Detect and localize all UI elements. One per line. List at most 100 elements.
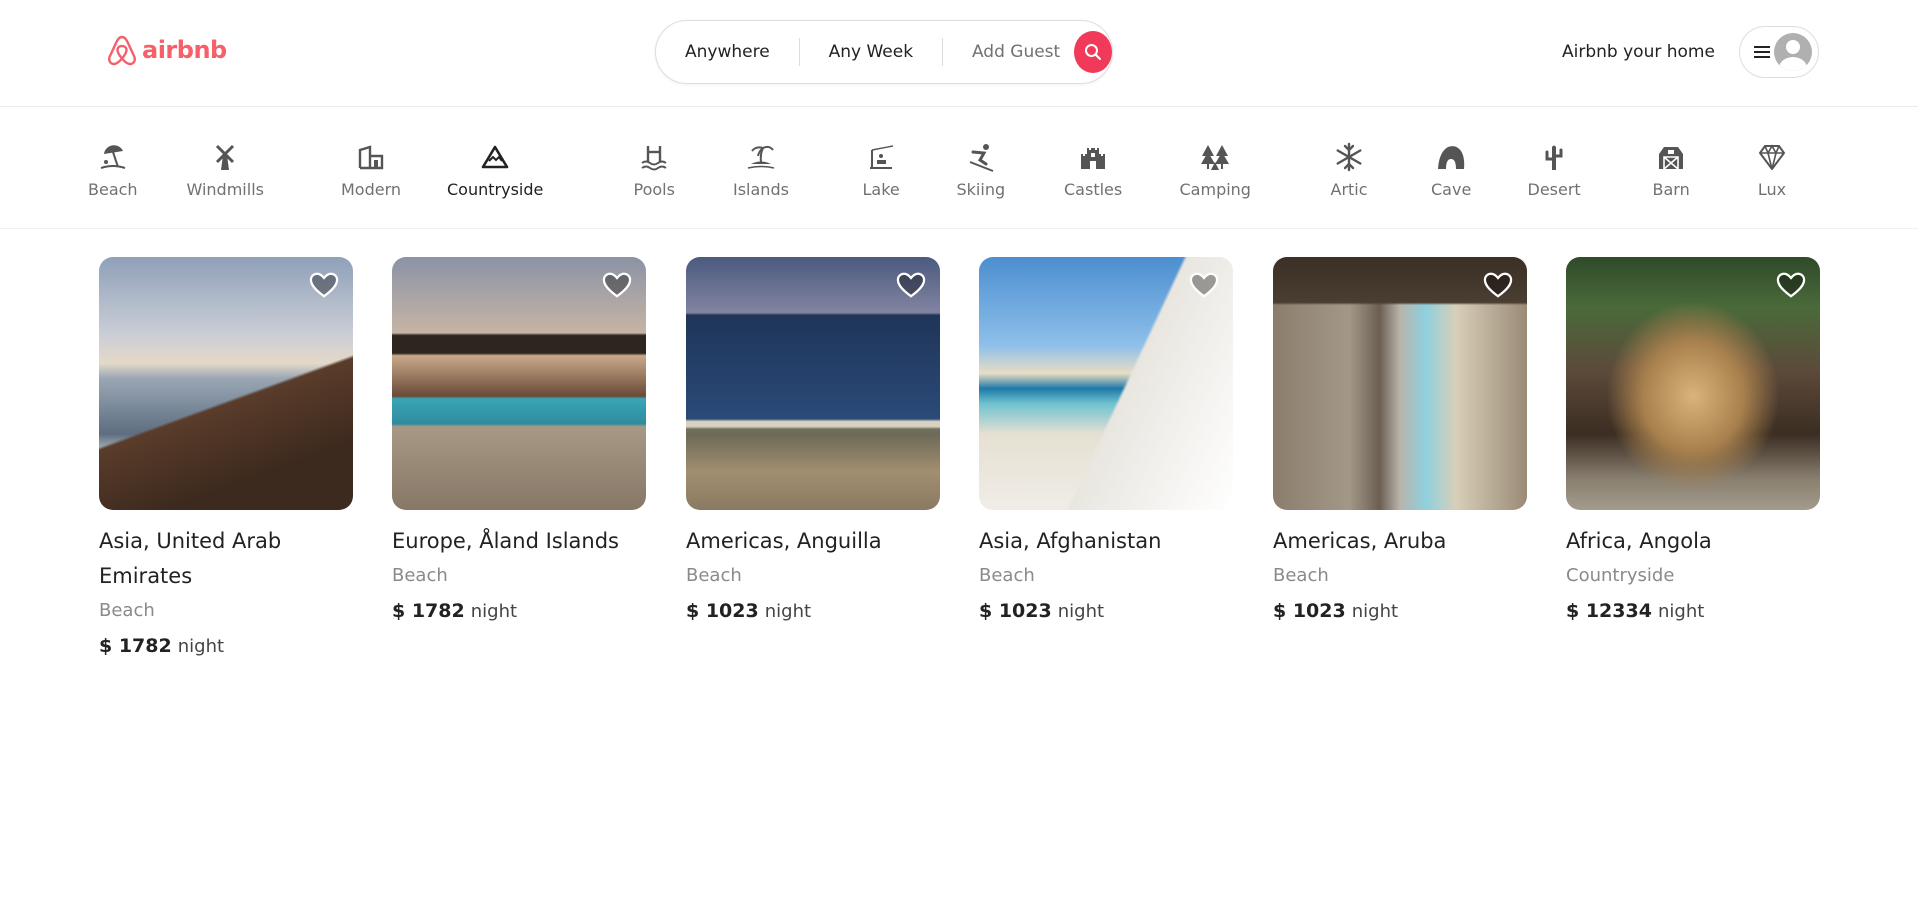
category-label: Desert bbox=[1527, 180, 1581, 199]
category-lake[interactable]: Lake bbox=[863, 140, 900, 199]
listing-photo[interactable] bbox=[392, 257, 646, 510]
category-camping[interactable]: Camping bbox=[1180, 140, 1251, 199]
category-skiing[interactable]: Skiing bbox=[956, 140, 1006, 199]
listing-price: $ 1023 night bbox=[686, 597, 940, 626]
listing-card[interactable]: Asia, United Arab Emirates Beach $ 1782 … bbox=[99, 257, 353, 661]
category-beach[interactable]: Beach bbox=[88, 140, 138, 199]
category-cave[interactable]: Cave bbox=[1431, 140, 1471, 199]
heart-icon[interactable] bbox=[1776, 271, 1806, 299]
modern-house-icon bbox=[354, 140, 388, 174]
category-castles[interactable]: Castles bbox=[1064, 140, 1122, 199]
category-label: Skiing bbox=[956, 180, 1006, 199]
category-label: Lux bbox=[1757, 180, 1787, 199]
listing-category: Countryside bbox=[1566, 565, 1675, 586]
search-any-week[interactable]: Any Week bbox=[800, 42, 942, 62]
user-avatar-icon bbox=[1774, 33, 1812, 71]
category-barn[interactable]: Barn bbox=[1653, 140, 1690, 199]
skier-icon bbox=[964, 140, 998, 174]
heart-icon[interactable] bbox=[896, 271, 926, 299]
listing-photo[interactable] bbox=[99, 257, 353, 510]
listing-photo[interactable] bbox=[1273, 257, 1527, 510]
listing-card[interactable]: Africa, Angola Countryside $ 12334 night bbox=[1566, 257, 1820, 626]
price-amount: $ 1023 bbox=[686, 600, 759, 622]
listing-card[interactable]: Americas, Anguilla Beach $ 1023 night bbox=[686, 257, 940, 626]
price-amount: $ 1782 bbox=[392, 600, 465, 622]
airbnb-logo[interactable]: airbnb bbox=[106, 33, 227, 67]
category-pools[interactable]: Pools bbox=[634, 140, 675, 199]
category-label: Countryside bbox=[447, 180, 544, 199]
category-modern[interactable]: Modern bbox=[341, 140, 401, 199]
price-unit: night bbox=[1351, 601, 1399, 622]
listing-category: Beach bbox=[686, 565, 742, 586]
category-label: Islands bbox=[733, 180, 789, 199]
category-islands[interactable]: Islands bbox=[733, 140, 789, 199]
category-bar: Beach Windmills Modern Countryside Pools… bbox=[0, 108, 1918, 229]
listing-card[interactable]: Americas, Aruba Beach $ 1023 night bbox=[1273, 257, 1527, 626]
price-unit: night bbox=[1057, 601, 1105, 622]
category-label: Barn bbox=[1652, 180, 1690, 199]
listing-location: Americas, Aruba bbox=[1273, 529, 1447, 553]
category-lux[interactable]: Lux bbox=[1755, 140, 1789, 199]
search-icon bbox=[1085, 44, 1102, 60]
heart-icon[interactable] bbox=[309, 271, 339, 299]
beach-umbrella-icon bbox=[96, 140, 130, 174]
pool-icon bbox=[637, 140, 671, 174]
price-unit: night bbox=[1657, 601, 1705, 622]
listing-location: Europe, Åland Islands bbox=[392, 529, 620, 553]
airbnb-logo-icon bbox=[108, 35, 136, 66]
listing-photo[interactable] bbox=[979, 257, 1233, 510]
camping-trees-icon bbox=[1198, 140, 1232, 174]
category-windmills[interactable]: Windmills bbox=[187, 140, 264, 199]
price-unit: night bbox=[764, 601, 812, 622]
mountain-icon bbox=[478, 140, 512, 174]
category-label: Artic bbox=[1330, 180, 1368, 199]
listing-price: $ 12334 night bbox=[1566, 597, 1820, 626]
category-label: Cave bbox=[1431, 180, 1472, 199]
price-unit: night bbox=[177, 636, 225, 657]
barn-icon bbox=[1654, 140, 1688, 174]
listing-price: $ 1782 night bbox=[99, 632, 353, 661]
category-label: Modern bbox=[341, 180, 402, 199]
category-countryside[interactable]: Countryside bbox=[447, 140, 543, 199]
category-desert[interactable]: Desert bbox=[1528, 140, 1581, 199]
listing-card[interactable]: Asia, Afghanistan Beach $ 1023 night bbox=[979, 257, 1233, 626]
search-button[interactable] bbox=[1074, 31, 1113, 73]
cave-icon bbox=[1434, 140, 1468, 174]
snowflake-icon bbox=[1332, 140, 1366, 174]
windmill-icon bbox=[208, 140, 242, 174]
hamburger-menu-icon bbox=[1754, 46, 1770, 58]
search-bar[interactable]: Anywhere Any Week Add Guest bbox=[655, 20, 1113, 84]
listing-location: Asia, United Arab Emirates bbox=[99, 529, 282, 588]
category-label: Pools bbox=[633, 180, 675, 199]
category-label: Castles bbox=[1064, 180, 1123, 199]
search-anywhere[interactable]: Anywhere bbox=[656, 42, 799, 62]
listing-photo[interactable] bbox=[686, 257, 940, 510]
listing-location: Americas, Anguilla bbox=[686, 529, 882, 553]
listing-card[interactable]: Europe, Åland Islands Beach $ 1782 night bbox=[392, 257, 646, 626]
listing-category: Beach bbox=[99, 600, 155, 621]
price-unit: night bbox=[470, 601, 518, 622]
listing-category: Beach bbox=[1273, 565, 1329, 586]
island-icon bbox=[744, 140, 778, 174]
listing-location: Asia, Afghanistan bbox=[979, 529, 1162, 553]
logo-wordmark: airbnb bbox=[142, 36, 227, 64]
user-menu-button[interactable] bbox=[1739, 26, 1819, 78]
price-amount: $ 1782 bbox=[99, 635, 172, 657]
top-header: airbnb Anywhere Any Week Add Guest Airbn… bbox=[0, 0, 1918, 107]
listing-price: $ 1023 night bbox=[979, 597, 1233, 626]
price-amount: $ 12334 bbox=[1566, 600, 1652, 622]
search-add-guest[interactable]: Add Guest bbox=[943, 42, 1070, 62]
heart-icon[interactable] bbox=[602, 271, 632, 299]
price-amount: $ 1023 bbox=[979, 600, 1052, 622]
listing-photo[interactable] bbox=[1566, 257, 1820, 510]
listing-category: Beach bbox=[979, 565, 1035, 586]
heart-icon[interactable] bbox=[1189, 271, 1219, 299]
listing-price: $ 1782 night bbox=[392, 597, 646, 626]
category-label: Lake bbox=[862, 180, 900, 199]
category-artic[interactable]: Artic bbox=[1331, 140, 1368, 199]
category-label: Camping bbox=[1179, 180, 1251, 199]
heart-icon[interactable] bbox=[1483, 271, 1513, 299]
price-amount: $ 1023 bbox=[1273, 600, 1346, 622]
airbnb-your-home-link[interactable]: Airbnb your home bbox=[1562, 42, 1715, 62]
listing-location: Africa, Angola bbox=[1566, 529, 1712, 553]
